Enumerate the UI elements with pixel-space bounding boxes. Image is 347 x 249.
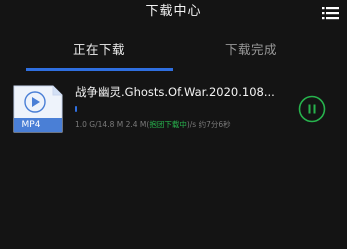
progress-bar [75,106,293,112]
list-icon[interactable] [322,5,339,20]
video-file-icon: MP4 [13,85,63,133]
download-status: 1.0 G/14.8 M 2.4 M(抱团下载中)/s 约7分6秒 [75,120,295,130]
time-remaining: /s 约7分6秒 [189,120,231,129]
tab-completed[interactable]: 下载完成 [186,41,316,59]
pause-icon [298,95,326,123]
progress-fill [75,106,77,112]
download-item[interactable]: MP4 战争幽灵.Ghosts.Of.War.2020.108... 1.0 G… [0,72,347,140]
active-tab-indicator [26,68,173,71]
status-text: 抱团下载中 [149,120,187,129]
download-list: MP4 战争幽灵.Ghosts.Of.War.2020.108... 1.0 G… [0,72,347,249]
file-name: 战争幽灵.Ghosts.Of.War.2020.108... [75,85,275,99]
tab-downloading[interactable]: 正在下载 [34,41,164,59]
download-center-screen: 下载中心 正在下载 下载完成 MP4 战争幽灵.Ghosts.Of.War.20… [0,0,347,249]
page-title: 下载中心 [145,4,202,19]
header: 下载中心 [0,0,347,27]
downloaded-size: 1.0 G/14.8 M [75,120,124,129]
download-speed: 2.4 M [125,120,147,129]
pause-button[interactable] [298,95,326,123]
file-type-label: MP4 [21,120,41,130]
tab-bar: 正在下载 下载完成 [0,36,347,72]
